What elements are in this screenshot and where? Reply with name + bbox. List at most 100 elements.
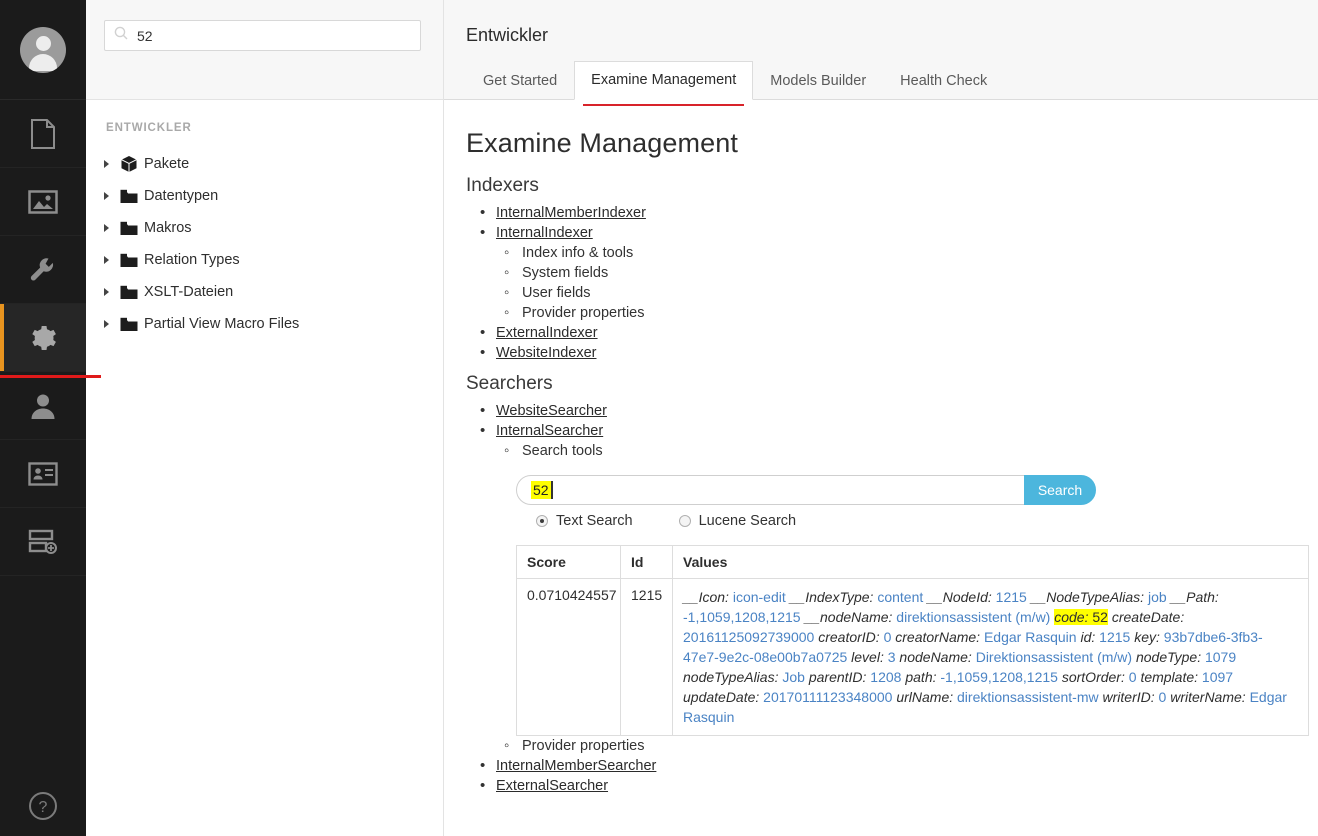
sidebar-item-content[interactable] — [0, 100, 86, 168]
chevron-right-icon[interactable] — [98, 256, 114, 264]
search-box[interactable] — [104, 20, 421, 51]
field-value: Edgar Rasquin — [980, 629, 1077, 645]
table-row: 0.0710424557 1215 __Icon: icon-edit __In… — [516, 578, 1309, 736]
subitem-system-fields[interactable]: System fields — [522, 265, 608, 281]
app-root: ? Entwickler Pakete — [0, 0, 1318, 836]
list-item: WebsiteSearcher — [470, 401, 1318, 421]
field-key: urlName: — [896, 689, 954, 705]
tree-item-partial-view-macro-files[interactable]: Partial View Macro Files — [86, 308, 443, 340]
tree-item-datentypen[interactable]: Datentypen — [86, 180, 443, 212]
tree-item-pakete[interactable]: Pakete — [86, 148, 443, 180]
tab-health-check[interactable]: Health Check — [883, 62, 1004, 100]
tree-item-xslt-dateien[interactable]: XSLT-Dateien — [86, 276, 443, 308]
search-tools-panel: 52 Search Text Search Lucene Search Scor… — [516, 475, 1318, 736]
annotation-red-line — [0, 375, 101, 378]
gear-icon — [29, 324, 57, 352]
link-website-searcher[interactable]: WebsiteSearcher — [496, 403, 607, 419]
field-key: nodeName: — [899, 649, 972, 665]
subitem-provider-properties[interactable]: Provider properties — [522, 305, 645, 321]
sidebar-item-users[interactable] — [0, 372, 86, 440]
list-item: WebsiteIndexer — [470, 343, 1318, 363]
field-key: __NodeTypeAlias: — [1030, 589, 1145, 605]
link-internal-indexer[interactable]: InternalIndexer — [496, 225, 593, 241]
field-value: 1097 — [1198, 669, 1234, 685]
field-key: nodeTypeAlias: — [683, 669, 779, 685]
primary-nav-rail: ? — [0, 0, 86, 836]
tree-panel: Entwickler Pakete Datentypen — [86, 0, 444, 836]
chevron-right-icon[interactable] — [98, 192, 114, 200]
field-key: __NodeId: — [927, 589, 992, 605]
list-item: Index info & tools — [496, 243, 1318, 263]
id-card-icon — [28, 461, 58, 486]
list-item: System fields — [496, 263, 1318, 283]
tab-models-builder[interactable]: Models Builder — [753, 62, 883, 100]
subitem-user-fields[interactable]: User fields — [522, 285, 591, 301]
list-item: Search tools — [496, 441, 1318, 461]
col-header-values: Values — [672, 545, 1309, 579]
list-item: InternalIndexer Index info & tools Syste… — [470, 223, 1318, 323]
sidebar-item-developer[interactable] — [0, 304, 86, 372]
sidebar-item-media[interactable] — [0, 168, 86, 236]
search-button[interactable]: Search — [1024, 475, 1096, 505]
subitem-index-info-tools[interactable]: Index info & tools — [522, 245, 633, 261]
folder-icon — [114, 189, 144, 204]
tab-get-started[interactable]: Get Started — [466, 62, 574, 100]
field-value: content — [873, 589, 924, 605]
folder-icon — [114, 253, 144, 268]
tab-bar: Get Started Examine Management Models Bu… — [466, 60, 1004, 106]
help-icon: ? — [28, 791, 58, 826]
link-internal-member-searcher[interactable]: InternalMemberSearcher — [496, 758, 656, 774]
radio-dot-icon — [536, 515, 548, 527]
tab-examine-management[interactable]: Examine Management — [574, 61, 754, 106]
field-value: 20170111123348000 — [759, 689, 893, 705]
server-add-icon — [28, 529, 58, 555]
sidebar-item-settings[interactable] — [0, 236, 86, 304]
list-item: InternalSearcher Search tools — [470, 421, 1318, 461]
field-value: 1215 — [991, 589, 1027, 605]
folder-icon — [114, 285, 144, 300]
field-value: Direktionsassistent (m/w) — [971, 649, 1133, 665]
field-value: -1,1059,1208,1215 — [683, 609, 801, 625]
subitem-provider-properties-2[interactable]: Provider properties — [522, 738, 645, 754]
internal-indexer-subitems: Index info & tools System fields User fi… — [496, 243, 1318, 323]
link-internal-member-indexer[interactable]: InternalMemberIndexer — [496, 205, 646, 221]
avatar[interactable] — [0, 0, 86, 100]
link-website-indexer[interactable]: WebsiteIndexer — [496, 345, 596, 361]
cell-id: 1215 — [620, 578, 673, 736]
subitem-search-tools[interactable]: Search tools — [522, 443, 603, 459]
sidebar-item-forms[interactable] — [0, 508, 86, 576]
field-key: sortOrder: — [1061, 669, 1125, 685]
tree-item-makros[interactable]: Makros — [86, 212, 443, 244]
search-tools-query-row: 52 Search — [516, 475, 1096, 505]
radio-lucene-search[interactable]: Lucene Search — [678, 513, 796, 529]
field-key: __IndexType: — [789, 589, 874, 605]
image-icon — [28, 189, 58, 215]
chevron-right-icon[interactable] — [98, 224, 114, 232]
field-key: creatorName: — [895, 629, 981, 645]
chevron-right-icon[interactable] — [98, 160, 114, 168]
search-input[interactable] — [137, 27, 411, 44]
searchers-heading: Searchers — [466, 373, 553, 394]
field-value: direktionsassistent-mw — [953, 689, 1099, 705]
field-value: 0 — [879, 629, 892, 645]
link-external-indexer[interactable]: ExternalIndexer — [496, 325, 598, 341]
field-key: __Path: — [1170, 589, 1219, 605]
field-key: code: — [1054, 609, 1089, 625]
cell-values: __Icon: icon-edit __IndexType: content _… — [672, 578, 1309, 736]
field-value: Job — [778, 669, 805, 685]
sidebar-item-members[interactable] — [0, 440, 86, 508]
lucene-query-input[interactable]: 52 — [516, 475, 1025, 505]
searchers-tail-list: Provider properties InternalMemberSearch… — [470, 736, 1318, 796]
chevron-right-icon[interactable] — [98, 288, 114, 296]
field-value: direktionsassistent (m/w) — [892, 609, 1051, 625]
help-button[interactable]: ? — [0, 780, 86, 836]
link-external-searcher[interactable]: ExternalSearcher — [496, 778, 608, 794]
search-mode-radios: Text Search Lucene Search — [536, 513, 1318, 529]
internal-searcher-subitems: Search tools — [496, 441, 1318, 461]
col-header-id: Id — [620, 545, 673, 579]
tree-section-label: Entwickler — [106, 122, 192, 134]
radio-text-search[interactable]: Text Search — [536, 513, 633, 529]
tree-item-relation-types[interactable]: Relation Types — [86, 244, 443, 276]
chevron-right-icon[interactable] — [98, 320, 114, 328]
link-internal-searcher[interactable]: InternalSearcher — [496, 423, 603, 439]
